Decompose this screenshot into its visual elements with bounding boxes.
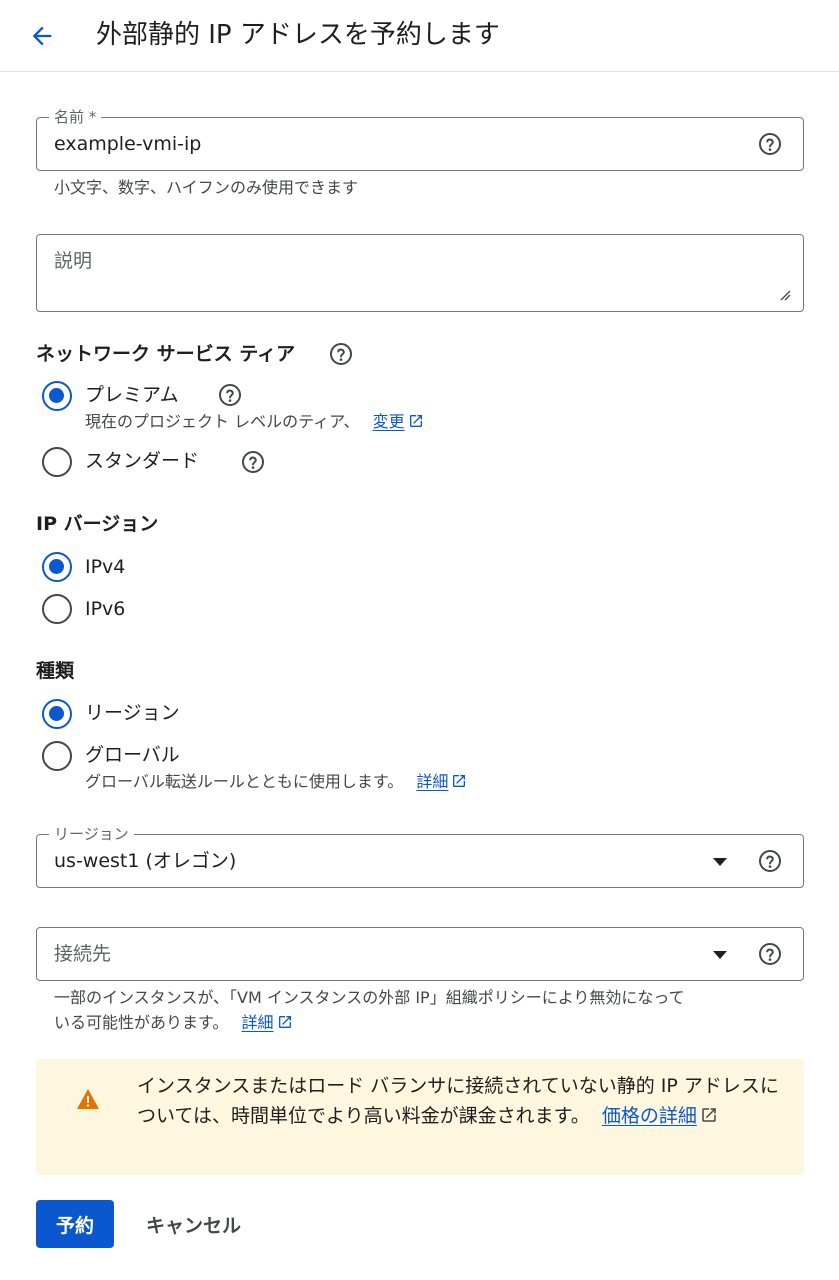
open-in-new-icon bbox=[702, 1108, 716, 1122]
dropdown-arrow-icon[interactable] bbox=[713, 951, 727, 959]
premium-description-text: 現在のプロジェクト レベルのティア、 bbox=[85, 412, 360, 431]
help-icon[interactable] bbox=[217, 382, 243, 408]
radio-regional[interactable] bbox=[42, 699, 72, 729]
warning-icon bbox=[77, 1089, 99, 1109]
region-select[interactable]: リージョン us-west1 (オレゴン) bbox=[36, 824, 804, 888]
cancel-button[interactable]: キャンセル bbox=[130, 1200, 257, 1248]
attached-to-hint-line2: いる可能性があります。 詳細 bbox=[54, 1011, 293, 1035]
attached-to-select[interactable]: 接続先 bbox=[36, 927, 804, 981]
network-tier-title: ネットワーク サービス ティア bbox=[36, 343, 296, 365]
name-field-hint: 小文字、数字、ハイフンのみ使用できます bbox=[54, 178, 359, 197]
back-button[interactable] bbox=[24, 18, 60, 54]
radio-standard-label[interactable]: スタンダード bbox=[85, 447, 199, 475]
radio-ipv6[interactable] bbox=[42, 594, 72, 624]
page-title: 外部静的 IP アドレスを予約します bbox=[96, 20, 500, 50]
change-tier-link[interactable]: 変更 bbox=[373, 412, 424, 431]
open-in-new-icon bbox=[453, 775, 466, 787]
description-field[interactable]: 説明 bbox=[36, 234, 804, 312]
radio-premium-label[interactable]: プレミアム bbox=[85, 381, 179, 409]
open-in-new-icon bbox=[278, 1016, 291, 1028]
name-field-label: 名前 * bbox=[49, 107, 102, 127]
resize-handle-icon[interactable] bbox=[779, 289, 791, 301]
global-description-text: グローバル転送ルールとともに使用します。 bbox=[85, 772, 404, 791]
radio-ipv4-label[interactable]: IPv4 bbox=[85, 553, 125, 581]
help-icon[interactable] bbox=[757, 131, 783, 157]
pricing-warning-banner: インスタンスまたはロード バランサに接続されていない静的 IP アドレスについて… bbox=[36, 1059, 804, 1175]
reserve-button[interactable]: 予約 bbox=[36, 1200, 114, 1248]
type-title: 種類 bbox=[36, 660, 75, 682]
global-learn-more-link[interactable]: 詳細 bbox=[416, 772, 467, 791]
attached-to-placeholder[interactable]: 接続先 bbox=[54, 941, 111, 967]
global-description: グローバル転送ルールとともに使用します。 詳細 bbox=[85, 770, 467, 794]
radio-standard[interactable] bbox=[42, 447, 72, 477]
attached-to-hint-line1: 一部のインスタンスが、「VM インスタンスの外部 IP」組織ポリシーにより無効に… bbox=[54, 988, 685, 1007]
warning-text: インスタンスまたはロード バランサに接続されていない静的 IP アドレスについて… bbox=[137, 1075, 779, 1127]
premium-description: 現在のプロジェクト レベルのティア、 変更 bbox=[85, 410, 424, 434]
help-icon[interactable] bbox=[328, 341, 354, 367]
radio-premium[interactable] bbox=[42, 381, 72, 411]
help-icon[interactable] bbox=[757, 941, 783, 967]
description-input[interactable]: 説明 bbox=[54, 248, 92, 274]
ip-version-title: IP バージョン bbox=[36, 513, 159, 535]
policy-learn-more-link[interactable]: 詳細 bbox=[242, 1013, 293, 1032]
name-input[interactable]: example-vmi-ip bbox=[54, 131, 201, 157]
page-header: 外部静的 IP アドレスを予約します bbox=[0, 0, 839, 72]
arrow-back-icon bbox=[32, 26, 52, 46]
region-select-label: リージョン bbox=[49, 824, 134, 844]
radio-ipv6-label[interactable]: IPv6 bbox=[85, 595, 125, 623]
open-in-new-icon bbox=[409, 415, 422, 427]
radio-ipv4[interactable] bbox=[42, 552, 72, 582]
name-field[interactable]: 名前 * example-vmi-ip bbox=[36, 107, 804, 171]
region-select-value[interactable]: us-west1 (オレゴン) bbox=[54, 848, 236, 874]
radio-global[interactable] bbox=[42, 741, 72, 771]
help-icon[interactable] bbox=[757, 848, 783, 874]
radio-global-label[interactable]: グローバル bbox=[85, 741, 180, 769]
help-icon[interactable] bbox=[240, 449, 266, 475]
dropdown-arrow-icon[interactable] bbox=[713, 858, 727, 866]
pricing-details-link[interactable]: 価格の詳細 bbox=[602, 1105, 718, 1127]
radio-regional-label[interactable]: リージョン bbox=[85, 699, 180, 727]
